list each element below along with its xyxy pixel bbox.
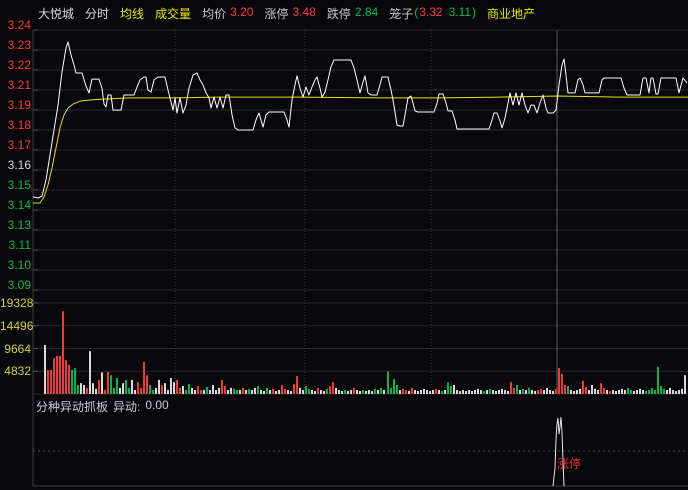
stock-chart-window: 大悦城 分时 均线 成交量 均价 3.20 涨停 3.48 跌停 2.84 笼子… xyxy=(0,0,688,490)
chart-canvas[interactable] xyxy=(0,0,688,490)
indicator-field-label: 异动: xyxy=(113,400,141,414)
volume-axis-label: 4832 xyxy=(4,364,31,379)
indicator-value: 0.00 xyxy=(145,398,169,412)
volume-axis: 19328 14496 9664 4832 xyxy=(0,0,34,490)
indicator-name: 分种异动抓板 xyxy=(36,400,109,414)
volume-axis-label: 19328 xyxy=(0,296,34,310)
limit-up-marker: 涨停 xyxy=(557,457,582,471)
indicator-label-row: 分种异动抓板 异动: 0.00 xyxy=(36,398,169,415)
volume-axis-label: 9664 xyxy=(4,341,31,356)
volume-axis-label: 14496 xyxy=(0,318,34,333)
